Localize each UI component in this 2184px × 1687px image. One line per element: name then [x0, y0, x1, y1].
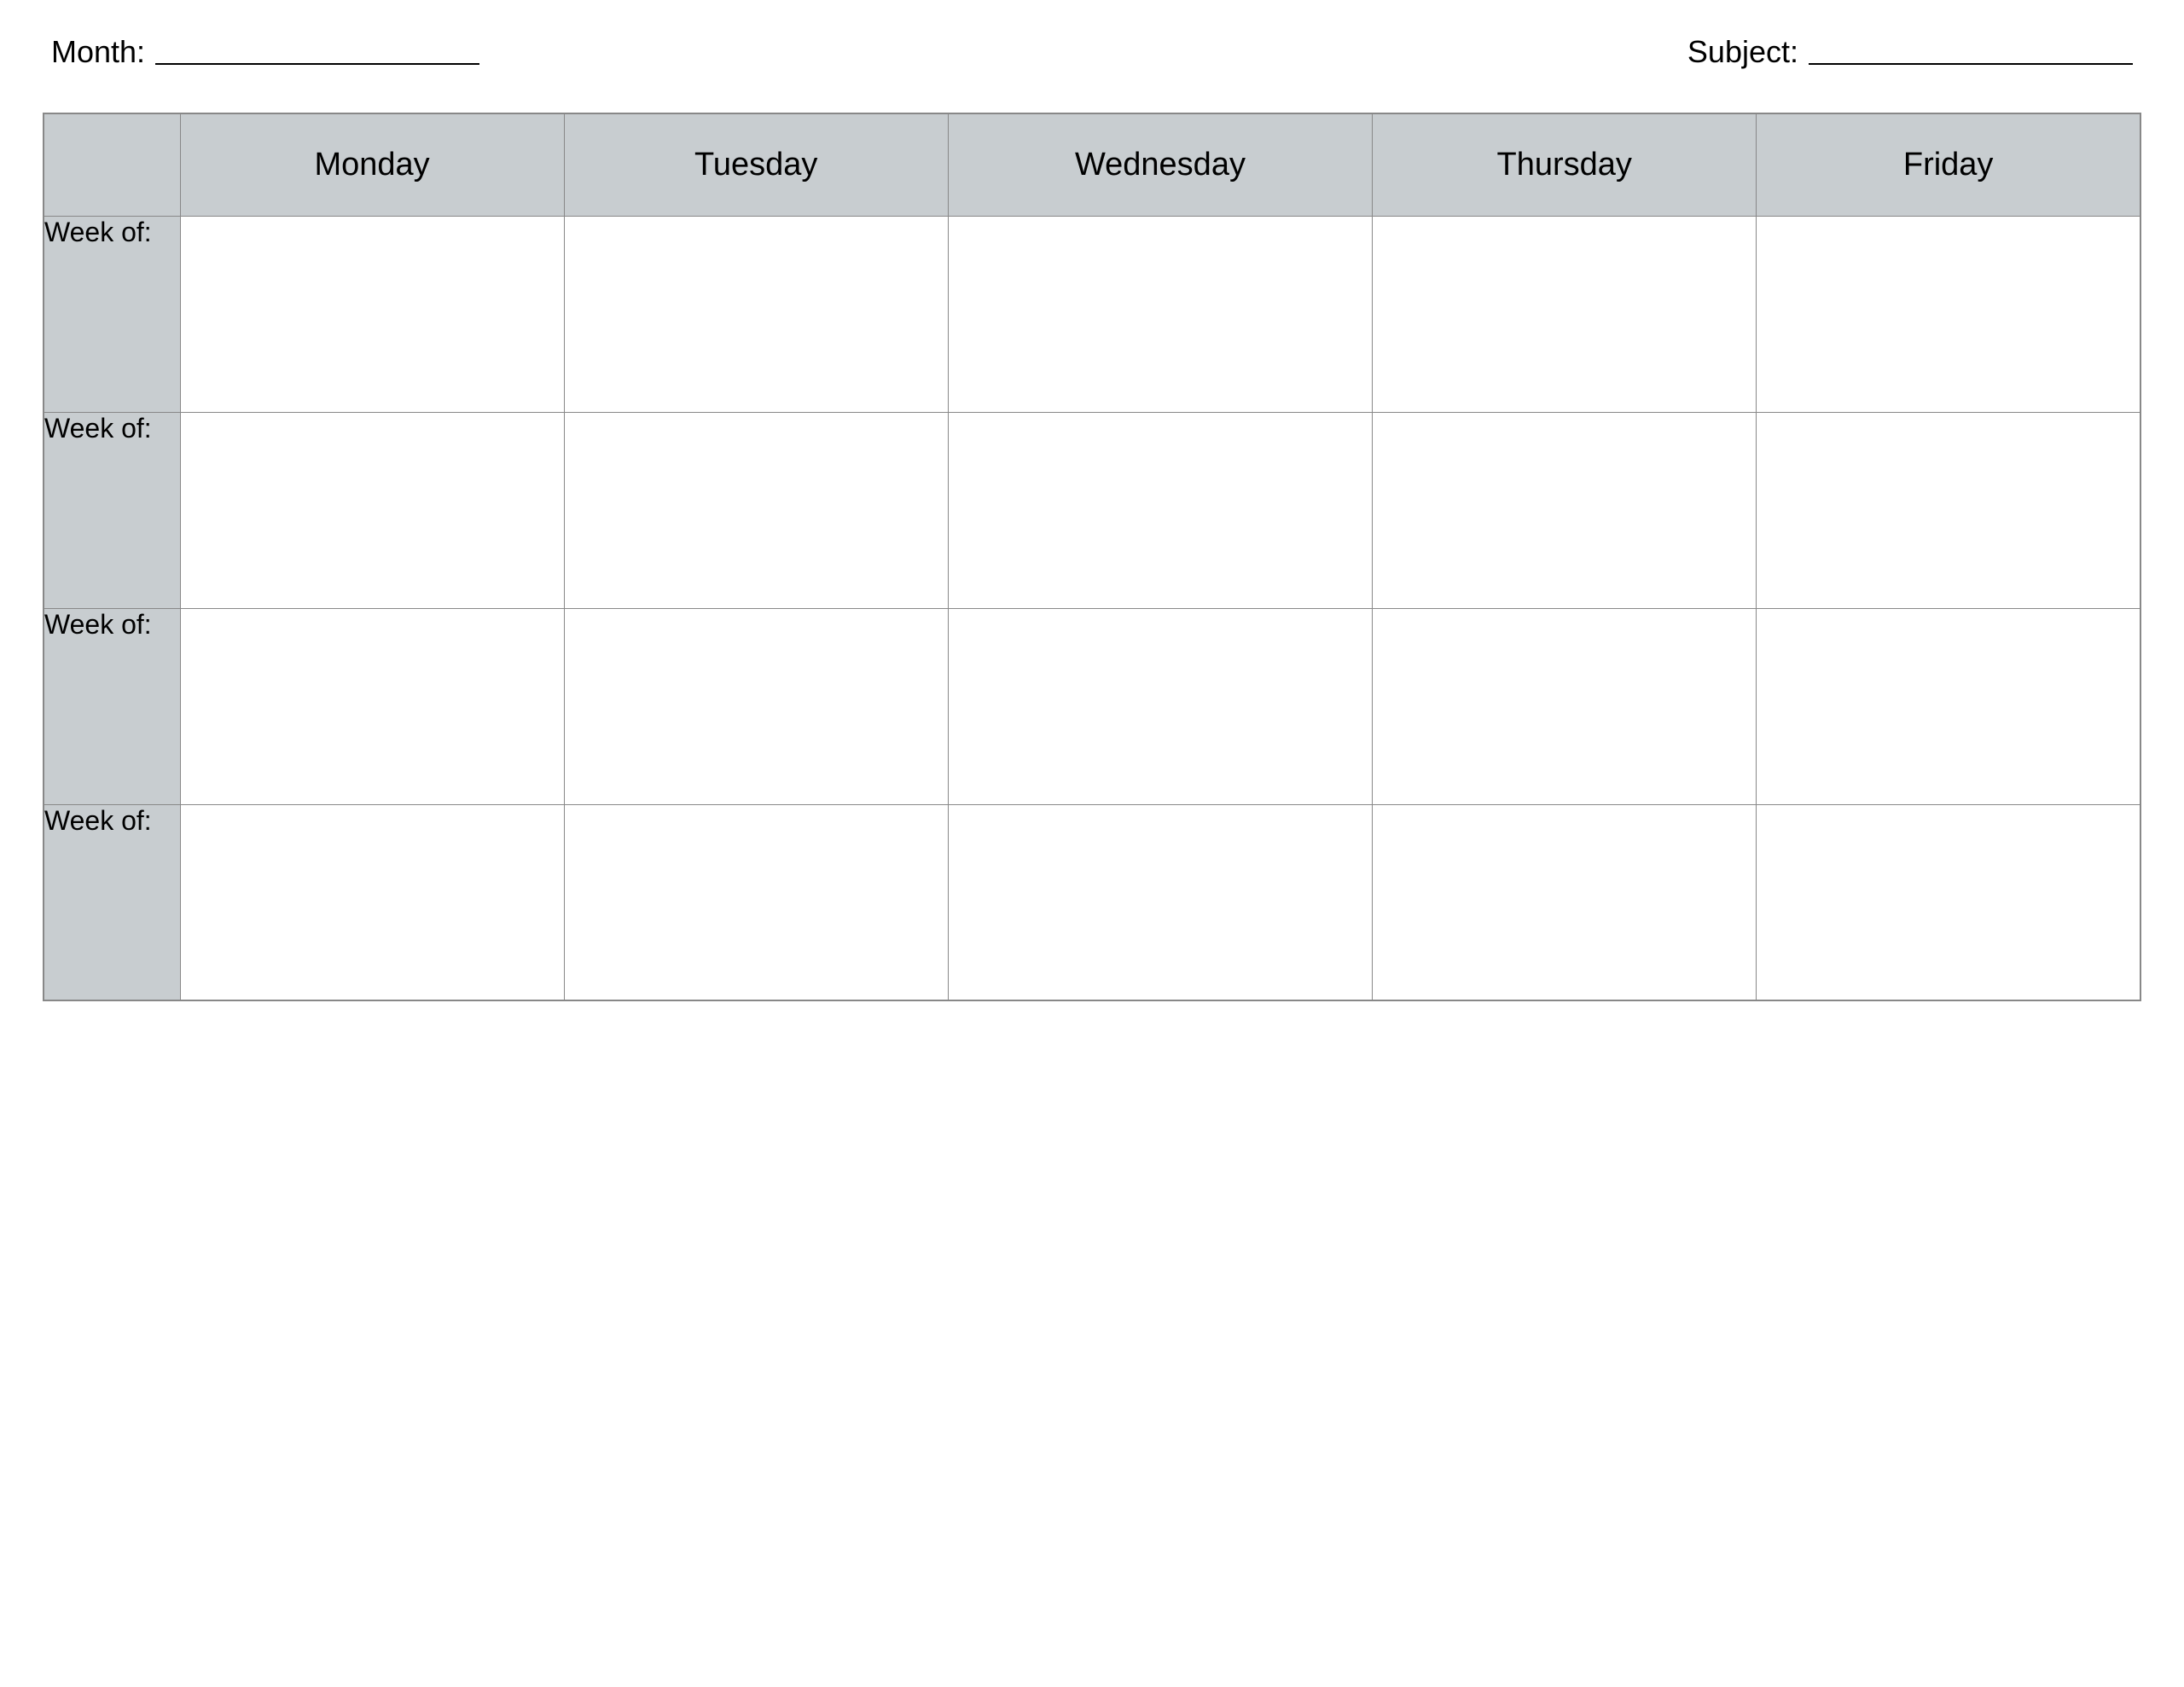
subject-label: Subject: — [1687, 34, 1798, 70]
week-row-3: Week of: — [44, 608, 2140, 804]
week2-tuesday[interactable] — [564, 412, 948, 608]
wednesday-header: Wednesday — [948, 113, 1372, 216]
week-label-1: Week of: — [44, 216, 180, 412]
page-header: Month: Subject: — [43, 34, 2141, 70]
week-row-4: Week of: — [44, 804, 2140, 1000]
week3-wednesday[interactable] — [948, 608, 1372, 804]
subject-line — [1809, 39, 2133, 65]
week-label-4: Week of: — [44, 804, 180, 1000]
week-row-2: Week of: — [44, 412, 2140, 608]
subject-field: Subject: — [1687, 34, 2133, 70]
monday-header: Monday — [180, 113, 564, 216]
week-row-1: Week of: — [44, 216, 2140, 412]
calendar-table: Monday Tuesday Wednesday Thursday Friday… — [43, 113, 2141, 1001]
week4-wednesday[interactable] — [948, 804, 1372, 1000]
week3-tuesday[interactable] — [564, 608, 948, 804]
week1-thursday[interactable] — [1373, 216, 1757, 412]
week2-wednesday[interactable] — [948, 412, 1372, 608]
week1-tuesday[interactable] — [564, 216, 948, 412]
week4-tuesday[interactable] — [564, 804, 948, 1000]
tuesday-header: Tuesday — [564, 113, 948, 216]
month-field: Month: — [51, 34, 479, 70]
week1-monday[interactable] — [180, 216, 564, 412]
week3-thursday[interactable] — [1373, 608, 1757, 804]
week1-wednesday[interactable] — [948, 216, 1372, 412]
week3-friday[interactable] — [1757, 608, 2140, 804]
week2-monday[interactable] — [180, 412, 564, 608]
corner-header-cell — [44, 113, 180, 216]
week4-thursday[interactable] — [1373, 804, 1757, 1000]
month-label: Month: — [51, 34, 145, 70]
week1-friday[interactable] — [1757, 216, 2140, 412]
week3-monday[interactable] — [180, 608, 564, 804]
week2-thursday[interactable] — [1373, 412, 1757, 608]
calendar-header-row: Monday Tuesday Wednesday Thursday Friday — [44, 113, 2140, 216]
thursday-header: Thursday — [1373, 113, 1757, 216]
week4-monday[interactable] — [180, 804, 564, 1000]
week2-friday[interactable] — [1757, 412, 2140, 608]
week-label-3: Week of: — [44, 608, 180, 804]
friday-header: Friday — [1757, 113, 2140, 216]
month-line — [155, 39, 479, 65]
week4-friday[interactable] — [1757, 804, 2140, 1000]
week-label-2: Week of: — [44, 412, 180, 608]
